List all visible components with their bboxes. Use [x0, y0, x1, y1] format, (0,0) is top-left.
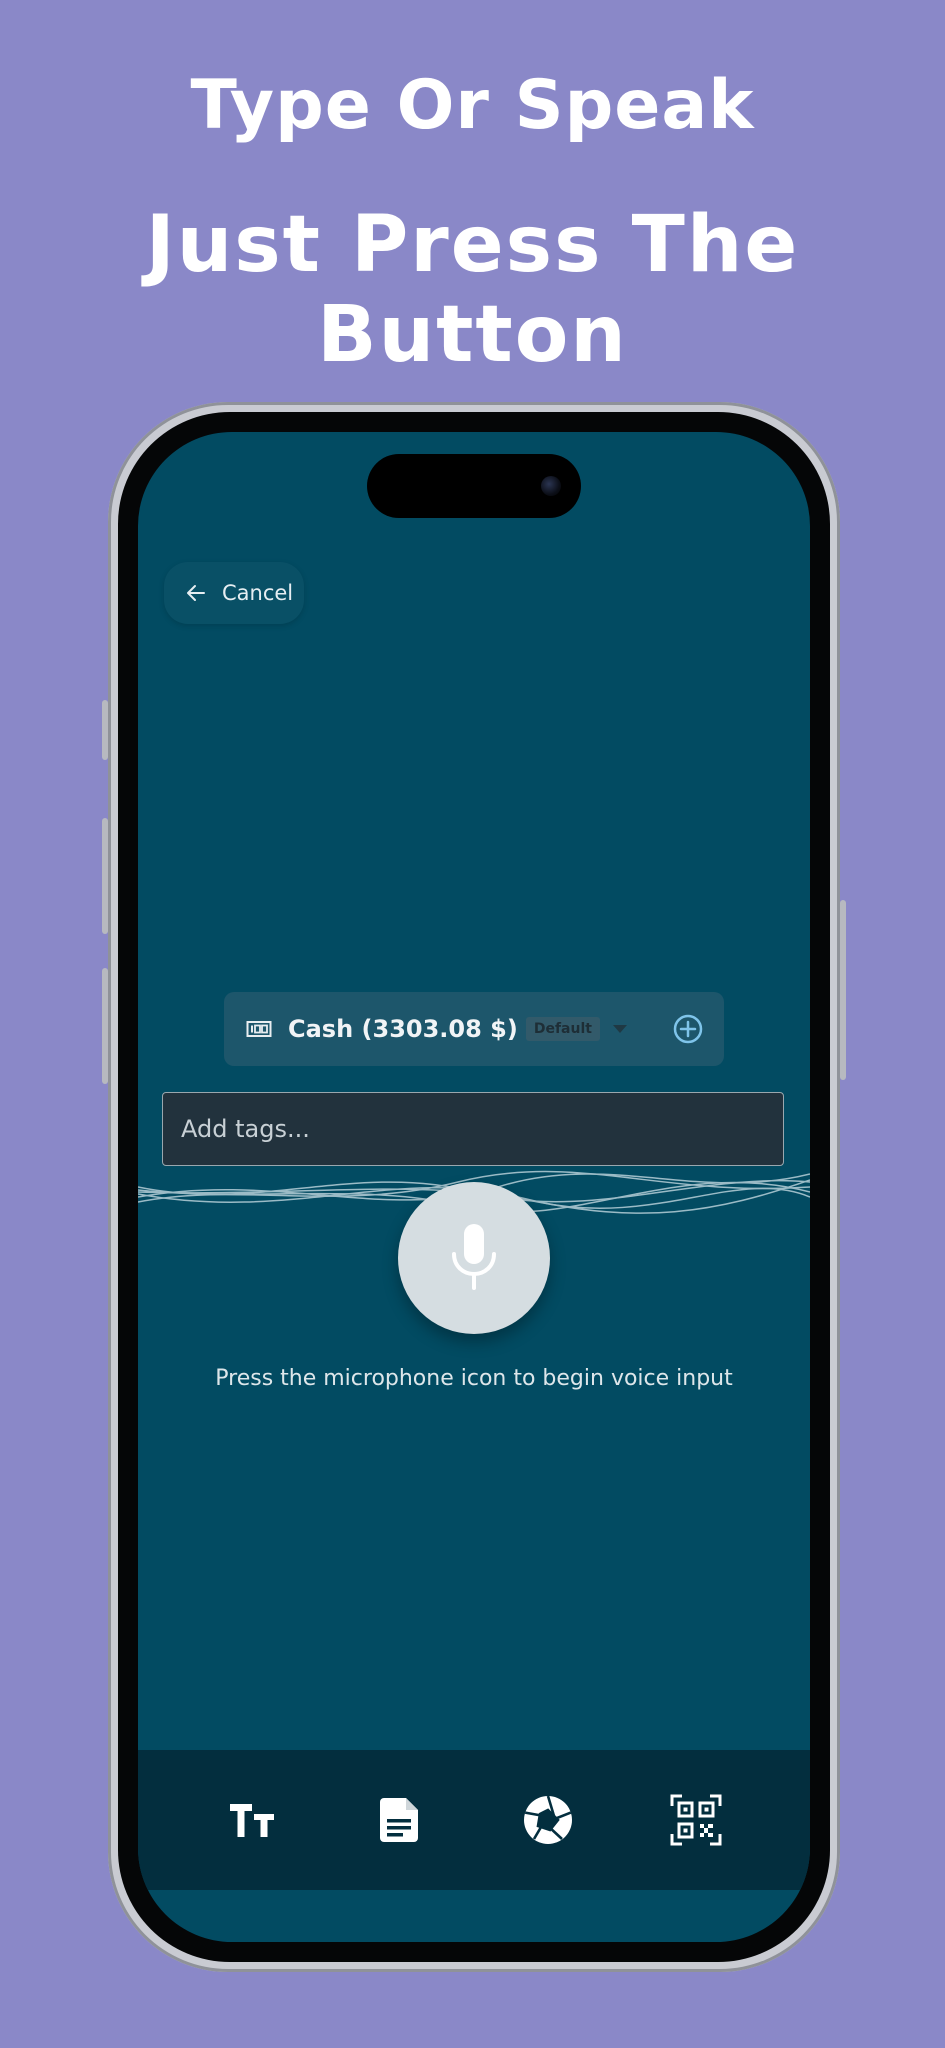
camera-mode-button[interactable] — [520, 1792, 576, 1848]
qr-scan-mode-button[interactable] — [668, 1792, 724, 1848]
microphone-icon — [452, 1224, 496, 1290]
document-icon — [380, 1798, 418, 1842]
phone-volume-down — [102, 968, 108, 1084]
qr-scan-icon — [670, 1794, 722, 1846]
cancel-button[interactable]: Cancel — [164, 562, 304, 624]
account-selector[interactable]: Cash (3303.08 $) Default — [224, 992, 724, 1066]
caret-down-icon[interactable] — [612, 1024, 628, 1034]
cash-icon — [246, 1021, 272, 1037]
phone-power-button — [840, 900, 846, 1080]
text-icon — [230, 1804, 274, 1837]
voice-hint-text: Press the microphone icon to begin voice… — [215, 1366, 733, 1391]
microphone-button[interactable] — [398, 1182, 550, 1334]
camera-shutter-icon — [524, 1795, 572, 1844]
camera-icon — [541, 476, 561, 496]
dynamic-island — [367, 454, 581, 518]
text-mode-button[interactable] — [224, 1792, 280, 1848]
plus-circle-icon[interactable] — [672, 1013, 704, 1045]
headline-type-or-speak: Type Or Speak — [190, 66, 755, 145]
arrow-left-icon — [187, 585, 205, 601]
input-mode-toolbar — [138, 1750, 810, 1890]
headline-just-press: Just Press The Button — [145, 200, 800, 380]
phone-screen: Cancel Cash (3303.08 $) Default Add tags… — [138, 432, 810, 1942]
cancel-label: Cancel — [222, 581, 294, 605]
default-badge: Default — [525, 1017, 600, 1041]
account-name: Cash (3303.08 $) — [288, 1015, 518, 1043]
phone-side-button — [102, 700, 108, 760]
document-mode-button[interactable] — [372, 1792, 428, 1848]
phone-volume-up — [102, 818, 108, 934]
